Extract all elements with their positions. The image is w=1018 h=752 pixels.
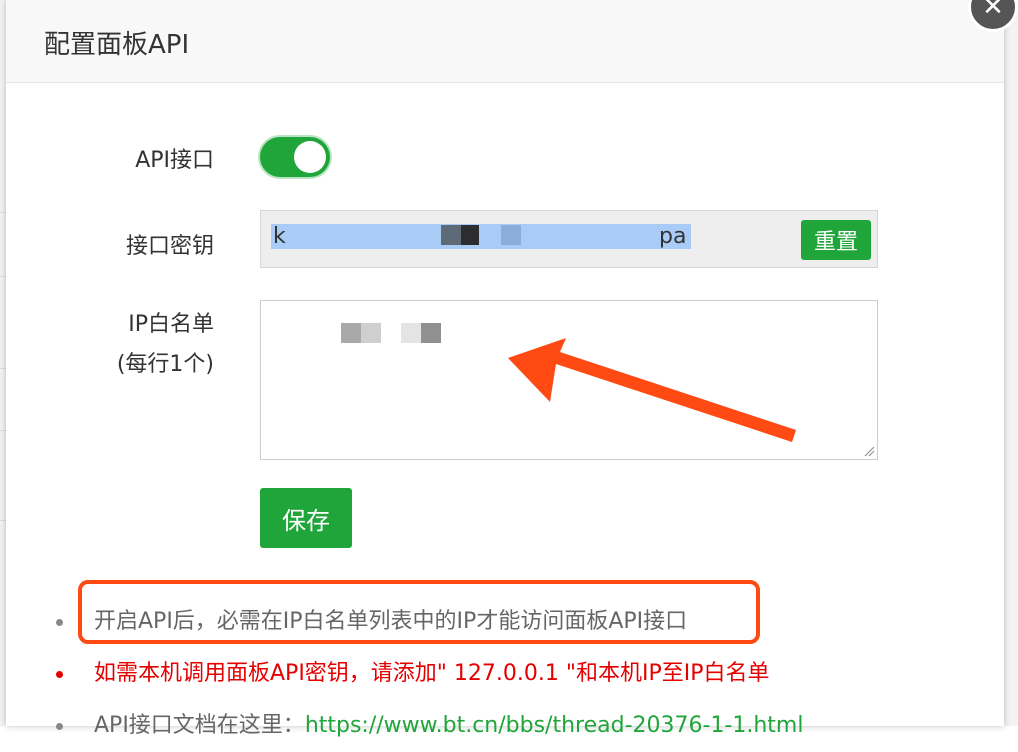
reset-key-button[interactable]: 重置 xyxy=(801,220,871,260)
annotation-arrow-icon xyxy=(508,338,796,442)
tips-list: 开启API后，必需在IP白名单列表中的IP才能访问面板API接口 如需本机调用面… xyxy=(52,596,803,752)
redaction-mask xyxy=(361,323,381,343)
resize-grip-icon[interactable] xyxy=(863,445,875,457)
redaction-mask xyxy=(501,225,521,245)
save-button[interactable]: 保存 xyxy=(260,488,352,548)
ip-whitelist-label: IP白名单 xyxy=(128,312,214,337)
redaction-mask xyxy=(401,323,421,343)
api-key-label: 接口密钥 xyxy=(125,234,214,259)
panel-api-dialog: 配置面板API API接口 接口密钥 k pa 重置 IP白名单 (每行1个) … xyxy=(6,0,1004,738)
dialog-header: 配置面板API xyxy=(6,0,1004,83)
redaction-mask xyxy=(341,323,361,343)
api-key-value-start: k xyxy=(271,224,691,249)
bullet-dot-icon xyxy=(56,723,63,730)
toggle-knob xyxy=(294,141,326,173)
tip-item: 开启API后，必需在IP白名单列表中的IP才能访问面板API接口 xyxy=(52,596,803,648)
redaction-mask xyxy=(461,225,479,245)
api-interface-label: API接口 xyxy=(135,148,214,173)
bullet-dot-icon xyxy=(56,671,63,678)
tip-text: 开启API后，必需在IP白名单列表中的IP才能访问面板API接口 xyxy=(94,609,688,634)
tip-text: 如需本机调用面板API密钥，请添加" 127.0.0.1 "和本机IP至IP白名… xyxy=(94,661,770,686)
redaction-mask xyxy=(421,323,441,343)
api-key-field[interactable]: k pa 重置 xyxy=(260,210,878,268)
bullet-dot-icon xyxy=(56,619,63,626)
redaction-mask xyxy=(441,225,461,245)
dialog-title: 配置面板API xyxy=(44,30,190,60)
tip-item: 如需本机调用面板API密钥，请添加" 127.0.0.1 "和本机IP至IP白名… xyxy=(52,648,803,700)
api-key-value-end: pa xyxy=(659,224,691,249)
ip-whitelist-hint: (每行1个) xyxy=(116,352,214,377)
tip-item: API接口文档在这里：https://www.bt.cn/bbs/thread-… xyxy=(52,700,803,752)
api-interface-toggle[interactable] xyxy=(260,137,330,177)
